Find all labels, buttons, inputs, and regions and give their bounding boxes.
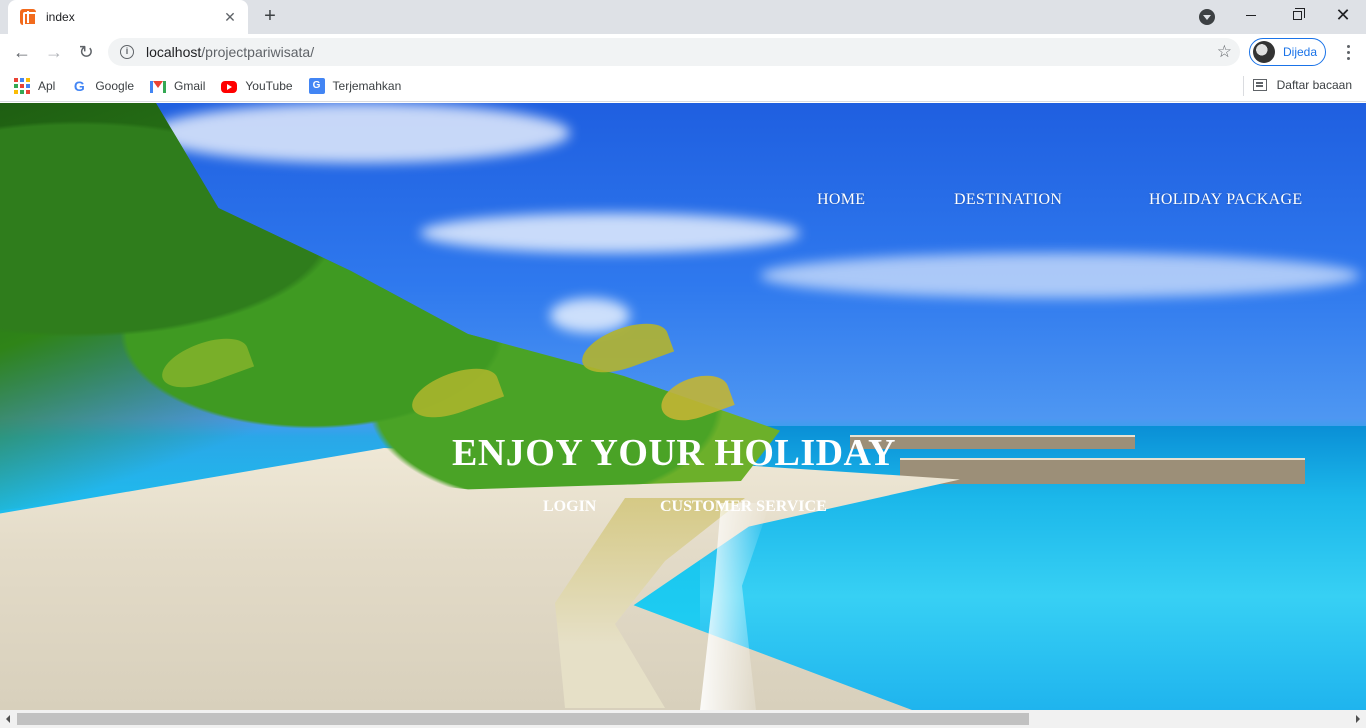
login-link[interactable]: LOGIN: [543, 498, 596, 516]
bookmark-label: Apl: [38, 78, 56, 93]
browser-tab[interactable]: index ✕: [8, 0, 248, 34]
cloud: [760, 253, 1360, 298]
scroll-right-icon[interactable]: [1356, 715, 1360, 723]
cloud: [420, 213, 800, 253]
youtube-icon: [221, 80, 238, 93]
bookmark-star-icon[interactable]: ☆: [1217, 42, 1232, 62]
minimize-button[interactable]: [1228, 0, 1274, 30]
hero-headline: ENJOY YOUR HOLIDAY: [0, 431, 1366, 475]
reading-list-label: Daftar bacaan: [1276, 78, 1352, 92]
avatar: [1253, 41, 1275, 63]
customer-service-link[interactable]: CUSTOMER SERVICE: [660, 498, 827, 516]
url-text: localhost/projectpariwisata/: [146, 44, 314, 60]
reload-icon[interactable]: ↻: [72, 38, 100, 66]
profile-button[interactable]: Dijeda: [1249, 38, 1326, 66]
nav-holiday-package-link[interactable]: HOLIDAY PACKAGE: [1149, 191, 1302, 209]
bookmark-label: Gmail: [174, 78, 206, 93]
nav-destination-link[interactable]: DESTINATION: [954, 191, 1062, 209]
gmail-icon: [150, 80, 167, 93]
google-icon: G: [73, 77, 85, 94]
bookmark-gmail[interactable]: Gmail: [150, 79, 205, 93]
bookmark-youtube[interactable]: YouTube: [221, 78, 293, 93]
restore-button[interactable]: [1274, 0, 1320, 30]
bookmarks-divider: [1243, 76, 1244, 96]
url-path: /projectpariwisata/: [201, 44, 315, 60]
bookmark-label: Terjemahkan: [332, 78, 402, 93]
menu-kebab-icon[interactable]: [1336, 40, 1360, 64]
bookmarks-bar: Apl G Google Gmail YouTube G Terjemahkan…: [0, 70, 1366, 102]
bookmark-label: Google: [95, 78, 135, 93]
reading-list-icon: [1252, 79, 1267, 91]
nav-home-link[interactable]: HOME: [817, 191, 865, 209]
tab-title: index: [46, 10, 75, 24]
hero-banner: HOME DESTINATION HOLIDAY PACKAGE ENJOY Y…: [0, 103, 1366, 710]
bookmark-google[interactable]: G Google: [71, 78, 134, 94]
apps-icon: [14, 77, 30, 94]
forward-arrow-icon[interactable]: →: [40, 38, 68, 66]
cloud: [150, 103, 570, 163]
translate-icon: G: [308, 77, 325, 94]
xampp-favicon-icon: [20, 9, 37, 26]
address-bar[interactable]: i localhost/projectpariwisata/ ☆: [108, 38, 1240, 66]
bookmark-label: YouTube: [245, 78, 293, 93]
back-arrow-icon[interactable]: ←: [8, 38, 36, 66]
cloud: [550, 298, 630, 333]
profile-label: Dijeda: [1283, 45, 1318, 59]
url-host: localhost: [146, 44, 202, 60]
scroll-left-icon[interactable]: [6, 715, 10, 723]
horizontal-scrollbar[interactable]: [0, 710, 1366, 728]
bookmark-apps[interactable]: Apl: [14, 77, 56, 94]
tab-strip: index ✕ + ✕: [0, 0, 1366, 34]
tab-search-icon[interactable]: [1199, 9, 1215, 25]
site-info-icon[interactable]: i: [120, 45, 134, 59]
reading-list-button[interactable]: Daftar bacaan: [1252, 78, 1352, 92]
hero-headline-text: ENJOY YOUR HOLIDAY: [452, 432, 896, 474]
tab-close-icon[interactable]: ✕: [222, 9, 238, 26]
bookmark-translate[interactable]: G Terjemahkan: [308, 77, 402, 94]
new-tab-icon[interactable]: +: [258, 5, 282, 29]
browser-toolbar: ← → ↻ i localhost/projectpariwisata/ ☆ D…: [0, 34, 1366, 70]
scrollbar-thumb[interactable]: [17, 713, 1029, 725]
window-close-button[interactable]: ✕: [1320, 0, 1366, 30]
